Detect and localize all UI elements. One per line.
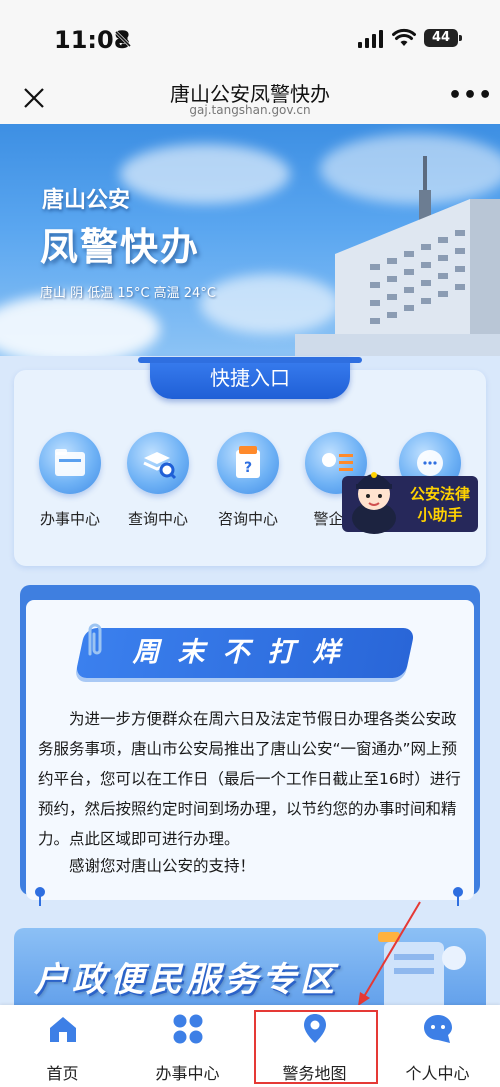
tab-label: 首页 bbox=[46, 1064, 79, 1083]
question-doc-icon: ? bbox=[217, 432, 279, 494]
quick-item-label: 办事中心 bbox=[39, 510, 100, 528]
tab-home[interactable]: 首页 bbox=[0, 1012, 125, 1084]
bell-muted-icon bbox=[114, 30, 132, 48]
banner-title: 凤警快办 bbox=[40, 225, 201, 269]
paperclip-icon bbox=[88, 623, 102, 656]
wifi-icon bbox=[392, 28, 416, 46]
grid-icon bbox=[173, 1014, 202, 1044]
tab-personal-center[interactable]: 个人中心 bbox=[375, 1012, 500, 1084]
helper-line-1: 公安法律 bbox=[409, 485, 470, 503]
tab-office-center[interactable]: 办事中心 bbox=[125, 1012, 250, 1084]
svg-text:?: ? bbox=[244, 460, 252, 476]
quick-access-title: 快捷入口 bbox=[138, 357, 362, 399]
notice-thanks: 感谢您对唐山公安的支持！ bbox=[69, 857, 256, 875]
quick-item-label: 咨询中心 bbox=[217, 510, 278, 528]
household-service-title: 户政便民服务专区 bbox=[34, 960, 338, 1000]
quick-item-label: 查询中心 bbox=[127, 510, 188, 528]
annotation-highlight-box bbox=[254, 1010, 378, 1084]
pin-icon bbox=[35, 887, 45, 906]
legal-helper-label[interactable]: 公安法律 小助手 bbox=[404, 484, 476, 526]
banner-subtitle: 唐山公安 bbox=[42, 188, 131, 213]
helper-line-2: 小助手 bbox=[417, 506, 463, 524]
weather-info: 唐山 阴 低温 15°C 高温 24°C bbox=[40, 286, 216, 301]
page-url: gaj.tangshan.gov.cn bbox=[189, 103, 311, 117]
pin-icon bbox=[453, 887, 463, 906]
battery-indicator: 44 bbox=[424, 29, 462, 47]
quick-item-consult-center[interactable]: ? 咨询中心 bbox=[208, 432, 288, 529]
search-stack-icon bbox=[127, 432, 189, 494]
home-icon bbox=[49, 1017, 76, 1042]
quick-item-office-center[interactable]: 办事中心 bbox=[30, 432, 110, 529]
signal-icon bbox=[358, 30, 384, 48]
notice-body: 为进一步方便群众在周六日及法定节假日办理各类公安政务服务事项，唐山市公安局推出了… bbox=[38, 710, 461, 848]
chat-bubble-icon bbox=[423, 1015, 452, 1043]
nav-bar: 唐山公安凤警快办 gaj.tangshan.gov.cn ••• bbox=[0, 72, 500, 124]
notice-title: 周末不打烊 bbox=[132, 637, 358, 668]
hero-banner: 唐山公安 凤警快办 唐山 阴 低温 15°C 高温 24°C bbox=[0, 124, 500, 356]
police-avatar-icon bbox=[352, 472, 396, 534]
folder-icon bbox=[39, 432, 101, 494]
quick-item-query-center[interactable]: 查询中心 bbox=[118, 432, 198, 529]
tab-label: 办事中心 bbox=[155, 1064, 220, 1083]
more-options-icon[interactable]: ••• bbox=[448, 85, 492, 108]
building-illustration bbox=[295, 156, 500, 356]
status-bar: 11:08 44 bbox=[0, 0, 500, 72]
tab-label: 个人中心 bbox=[405, 1064, 470, 1083]
annotation-arrow bbox=[358, 901, 421, 1006]
